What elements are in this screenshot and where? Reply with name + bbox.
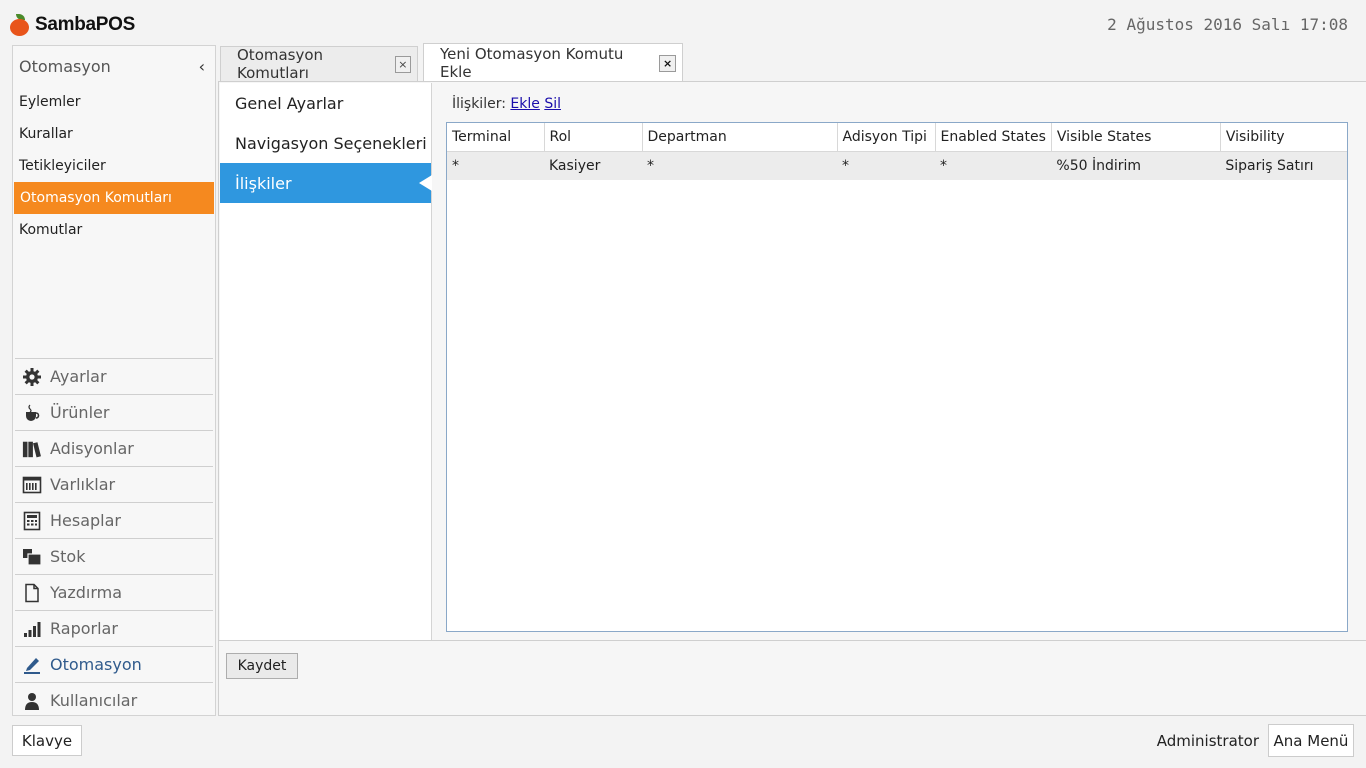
- books-icon: [22, 439, 42, 459]
- cell-rol[interactable]: Kasiyer: [544, 151, 642, 180]
- stack-icon: [22, 547, 42, 567]
- nav-urunler[interactable]: Ürünler: [15, 394, 213, 430]
- nav-label: Adisyonlar: [50, 439, 134, 458]
- nav-otomasyon[interactable]: Otomasyon: [15, 646, 213, 682]
- keyboard-button[interactable]: Klavye: [12, 725, 82, 756]
- section-iliskiler[interactable]: İlişkiler: [220, 163, 432, 203]
- sidebar-item-otomasyon-komutlari[interactable]: Otomasyon Komutları: [14, 182, 214, 214]
- nav-label: Varlıklar: [50, 475, 116, 494]
- sidebar-item-tetikleyiciler[interactable]: Tetikleyiciler: [13, 150, 215, 182]
- sidebar-title: Otomasyon: [19, 56, 111, 76]
- section-navigasyon-secenekleri[interactable]: Navigasyon Seçenekleri: [220, 123, 431, 163]
- sidebar-item-komutlar[interactable]: Komutlar: [13, 214, 215, 246]
- nav-raporlar[interactable]: Raporlar: [15, 610, 213, 646]
- tab-otomasyon-komutlari[interactable]: Otomasyon Komutları ×: [220, 46, 418, 82]
- nav-kullanicilar[interactable]: Kullanıcılar: [15, 682, 213, 718]
- relations-toolbar: İlişkiler: Ekle Sil: [452, 96, 561, 112]
- nav-hesaplar[interactable]: Hesaplar: [15, 502, 213, 538]
- user-icon: [22, 691, 42, 711]
- nav-label: Ayarlar: [50, 367, 107, 386]
- nav-label: Yazdırma: [50, 583, 123, 602]
- editor-panel: Genel Ayarlar Navigasyon Seçenekleri İli…: [218, 81, 1366, 716]
- close-icon[interactable]: ×: [659, 54, 676, 72]
- nav-label: Kullanıcılar: [50, 691, 138, 710]
- nav-label: Raporlar: [50, 619, 118, 638]
- nav-yazdirma[interactable]: Yazdırma: [15, 574, 213, 610]
- nav-label: Otomasyon: [50, 655, 142, 674]
- cell-enabled-states[interactable]: *: [935, 151, 1052, 180]
- save-bar: Kaydet: [219, 640, 1366, 717]
- cell-visibility[interactable]: Sipariş Satırı: [1220, 151, 1347, 180]
- cell-visible-states[interactable]: %50 İndirim: [1051, 151, 1221, 180]
- cell-departman[interactable]: *: [642, 151, 837, 180]
- sidebar-item-kurallar[interactable]: Kurallar: [13, 118, 215, 150]
- column-header-enabled-states[interactable]: Enabled States: [935, 123, 1052, 152]
- sidebar-item-list: Eylemler Kurallar Tetikleyiciler Otomasy…: [13, 86, 215, 246]
- tab-yeni-otomasyon-komutu-ekle[interactable]: Yeni Otomasyon Komutu Ekle ×: [423, 43, 683, 82]
- apple-logo-icon: [10, 14, 30, 36]
- nav-ayarlar[interactable]: Ayarlar: [15, 358, 213, 394]
- nav-label: Ürünler: [50, 403, 110, 422]
- datetime-display: 2 Ağustos 2016 Salı 17:08: [1107, 15, 1348, 34]
- section-genel-ayarlar[interactable]: Genel Ayarlar: [220, 83, 431, 123]
- main-menu-button[interactable]: Ana Menü: [1268, 724, 1354, 757]
- app-logo: SambaPOS: [10, 11, 135, 39]
- close-icon[interactable]: ×: [394, 55, 411, 73]
- sidebar-item-eylemler[interactable]: Eylemler: [13, 86, 215, 118]
- cell-adisyon-tipi[interactable]: *: [837, 151, 935, 180]
- current-user: Administrator: [1156, 732, 1259, 750]
- column-header-departman[interactable]: Departman: [642, 123, 838, 152]
- section-list: Genel Ayarlar Navigasyon Seçenekleri İli…: [220, 83, 432, 640]
- nav-varliklar[interactable]: Varlıklar: [15, 466, 213, 502]
- column-header-adisyon-tipi[interactable]: Adisyon Tipi: [837, 123, 936, 152]
- relations-label: İlişkiler:: [452, 96, 506, 112]
- save-button[interactable]: Kaydet: [226, 653, 298, 679]
- tab-label: Otomasyon Komutları: [237, 46, 324, 82]
- bar-chart-icon: [22, 619, 42, 639]
- sidebar-header[interactable]: Otomasyon ‹: [13, 46, 215, 86]
- calendar-grid-icon: [22, 475, 42, 495]
- nav-stok[interactable]: Stok: [15, 538, 213, 574]
- chevron-left-icon[interactable]: ‹: [199, 57, 205, 76]
- nav-label: Hesaplar: [50, 511, 121, 530]
- nav-adisyonlar[interactable]: Adisyonlar: [15, 430, 213, 466]
- column-header-rol[interactable]: Rol: [544, 123, 643, 152]
- cell-terminal[interactable]: *: [447, 151, 544, 180]
- add-relation-link[interactable]: Ekle: [510, 96, 539, 112]
- gear-icon: [22, 367, 42, 387]
- cup-icon: [22, 403, 42, 423]
- nav-label: Stok: [50, 547, 86, 566]
- delete-relation-link[interactable]: Sil: [544, 96, 561, 112]
- main-navigation: Ayarlar Ürünler Adisyonlar Varlıklar Hes…: [13, 358, 215, 718]
- pen-icon: [22, 655, 42, 675]
- column-header-visibility[interactable]: Visibility: [1220, 123, 1347, 152]
- sidebar: Otomasyon ‹ Eylemler Kurallar Tetikleyic…: [12, 45, 216, 716]
- relations-grid[interactable]: Terminal Rol Departman Adisyon Tipi Enab…: [446, 122, 1348, 632]
- app-title: SambaPOS: [35, 14, 136, 35]
- calculator-icon: [22, 511, 42, 531]
- tab-label: Yeni Otomasyon Komutu Ekle: [440, 45, 624, 81]
- column-header-terminal[interactable]: Terminal: [447, 123, 545, 152]
- column-header-visible-states[interactable]: Visible States: [1051, 123, 1221, 152]
- grid-header-row: Terminal Rol Departman Adisyon Tipi Enab…: [447, 123, 1347, 152]
- table-row[interactable]: * Kasiyer * * * %50 İndirim Sipariş Satı…: [447, 151, 1347, 180]
- document-icon: [22, 583, 42, 603]
